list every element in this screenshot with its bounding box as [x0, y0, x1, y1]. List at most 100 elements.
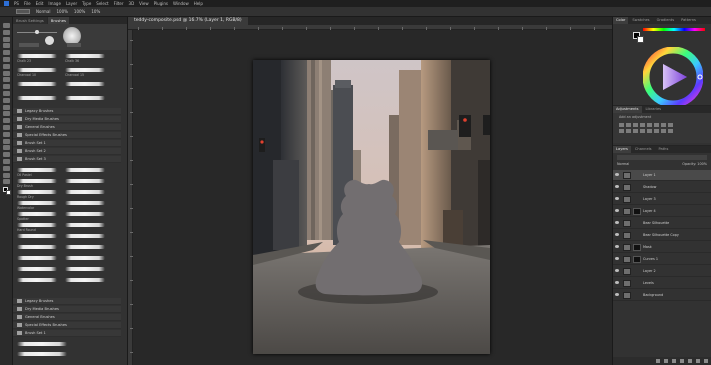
- tool-icon[interactable]: [3, 97, 10, 103]
- tab-layers[interactable]: Layers: [613, 146, 631, 153]
- menu-item-10[interactable]: Plugins: [154, 1, 168, 6]
- brush-stroke-preview[interactable]: [65, 190, 105, 194]
- brush-folder[interactable]: Brush Set 3: [13, 156, 121, 163]
- brush-stroke-preview[interactable]: [17, 278, 57, 282]
- add-mask-icon[interactable]: [672, 359, 676, 363]
- layer-filter-bar[interactable]: [617, 155, 707, 160]
- tab-adjustments[interactable]: Adjustments: [613, 106, 642, 113]
- tab-channels[interactable]: Channels: [632, 146, 655, 153]
- visibility-eye-icon[interactable]: [615, 281, 619, 284]
- brush-stroke-preview[interactable]: [17, 267, 57, 271]
- color-wheel[interactable]: [642, 46, 704, 108]
- brush-stroke-preview[interactable]: [65, 223, 105, 227]
- brush-stroke-preview[interactable]: [17, 245, 57, 249]
- delete-layer-icon[interactable]: [704, 359, 708, 363]
- brush-folder[interactable]: Legacy Brushes: [13, 108, 121, 115]
- layer-opacity-field[interactable]: Opacity: 100%: [682, 162, 707, 167]
- adjustment-type-icon[interactable]: [626, 129, 631, 133]
- brush-stroke-preview[interactable]: [65, 96, 105, 100]
- tab-brush-settings[interactable]: Brush Settings: [13, 17, 47, 24]
- visibility-eye-icon[interactable]: [615, 269, 619, 272]
- menu-item-2[interactable]: Edit: [36, 1, 44, 6]
- tool-icon[interactable]: [3, 84, 10, 90]
- visibility-eye-icon[interactable]: [615, 197, 619, 200]
- tool-icon[interactable]: [3, 152, 10, 158]
- layer-mask-thumbnail[interactable]: [633, 256, 641, 263]
- smoothing-field[interactable]: 10%: [91, 9, 100, 14]
- adjustment-type-icon[interactable]: [633, 129, 638, 133]
- layer-row[interactable]: Curves 1: [613, 254, 711, 265]
- brush-stroke-preview[interactable]: [17, 234, 57, 238]
- tool-icon[interactable]: [3, 91, 10, 96]
- tool-icon[interactable]: [3, 57, 10, 62]
- layer-row[interactable]: Layer 3: [613, 194, 711, 205]
- layer-mask-thumbnail[interactable]: [633, 244, 641, 251]
- hue-spectrum-bar[interactable]: [643, 28, 705, 31]
- layer-row[interactable]: Levels: [613, 278, 711, 289]
- tab-gradients[interactable]: Gradients: [654, 17, 678, 24]
- brush-folder[interactable]: Special Effects Brushes: [13, 132, 121, 139]
- opacity-field[interactable]: 100%: [56, 9, 67, 14]
- menu-item-7[interactable]: Filter: [114, 1, 124, 6]
- photoshop-logo-icon[interactable]: [4, 1, 9, 6]
- brush-stroke-preview[interactable]: [17, 168, 57, 172]
- adjustment-type-icon[interactable]: [619, 123, 624, 127]
- brush-stroke-preview[interactable]: [65, 212, 105, 216]
- brush-folder[interactable]: Legacy Brushes: [13, 298, 121, 305]
- menu-item-12[interactable]: Help: [194, 1, 203, 6]
- brush-size-input[interactable]: [67, 43, 81, 47]
- mode-dropdown[interactable]: Normal: [36, 9, 50, 14]
- adjustment-type-icon[interactable]: [619, 129, 624, 133]
- brush-stroke-preview[interactable]: [65, 54, 105, 58]
- brush-stroke-preview[interactable]: [17, 352, 67, 356]
- layer-row[interactable]: Layer 2: [613, 266, 711, 277]
- tool-icon[interactable]: [3, 77, 10, 83]
- tool-icon[interactable]: [3, 138, 10, 144]
- adjustment-type-icon[interactable]: [633, 123, 638, 127]
- brush-stroke-preview[interactable]: [17, 179, 57, 183]
- background-color-swatch[interactable]: [6, 190, 11, 195]
- brush-stroke-preview[interactable]: [65, 234, 105, 238]
- menu-item-4[interactable]: Layer: [66, 1, 77, 6]
- brush-stroke-preview[interactable]: [65, 267, 105, 271]
- brush-folder[interactable]: Brush Set 2: [13, 148, 121, 155]
- tool-icon[interactable]: [3, 50, 10, 56]
- adjustment-layer-icon[interactable]: [680, 359, 684, 363]
- visibility-eye-icon[interactable]: [615, 233, 619, 236]
- menu-item-6[interactable]: Select: [96, 1, 108, 6]
- brush-stroke-preview[interactable]: [65, 179, 105, 183]
- brush-stroke-preview[interactable]: [17, 212, 57, 216]
- brush-size-slider[interactable]: [17, 30, 57, 34]
- adjustment-type-icon[interactable]: [668, 129, 673, 133]
- brush-stroke-preview[interactable]: [17, 256, 57, 260]
- visibility-eye-icon[interactable]: [615, 209, 619, 212]
- fx-icon[interactable]: [664, 359, 668, 363]
- menu-item-0[interactable]: PS: [14, 1, 19, 6]
- brush-stroke-preview[interactable]: [65, 201, 105, 205]
- brush-folder[interactable]: General Brushes: [13, 124, 121, 131]
- tool-icon[interactable]: [3, 131, 10, 137]
- tab-libraries[interactable]: Libraries: [643, 106, 665, 113]
- menu-item-1[interactable]: File: [24, 1, 31, 6]
- tool-icon[interactable]: [3, 36, 10, 42]
- brush-folder[interactable]: Special Effects Brushes: [13, 322, 121, 329]
- tool-icon[interactable]: [3, 172, 10, 178]
- visibility-eye-icon[interactable]: [615, 257, 619, 260]
- document-tab[interactable]: teddy-composite.psd @ 16.7% (Layer 1, RG…: [128, 17, 248, 25]
- brush-stroke-preview[interactable]: [17, 201, 57, 205]
- brush-folder[interactable]: Brush Set 1: [13, 330, 121, 337]
- brush-size-slider-handle[interactable]: [35, 30, 39, 34]
- tab-swatches[interactable]: Swatches: [629, 17, 652, 24]
- visibility-eye-icon[interactable]: [615, 221, 619, 224]
- tool-icon[interactable]: [3, 145, 10, 151]
- color-panel-background-swatch[interactable]: [637, 36, 644, 43]
- adjustment-type-icon[interactable]: [654, 123, 659, 127]
- adjustment-type-icon[interactable]: [654, 129, 659, 133]
- adjustment-type-icon[interactable]: [626, 123, 631, 127]
- tab-color[interactable]: Color: [613, 17, 629, 24]
- layer-row[interactable]: Bear Silhouette: [613, 218, 711, 229]
- menu-item-8[interactable]: 3D: [129, 1, 135, 6]
- link-layers-icon[interactable]: [656, 359, 660, 363]
- adjustment-type-icon[interactable]: [647, 123, 652, 127]
- brush-stroke-preview[interactable]: [17, 223, 57, 227]
